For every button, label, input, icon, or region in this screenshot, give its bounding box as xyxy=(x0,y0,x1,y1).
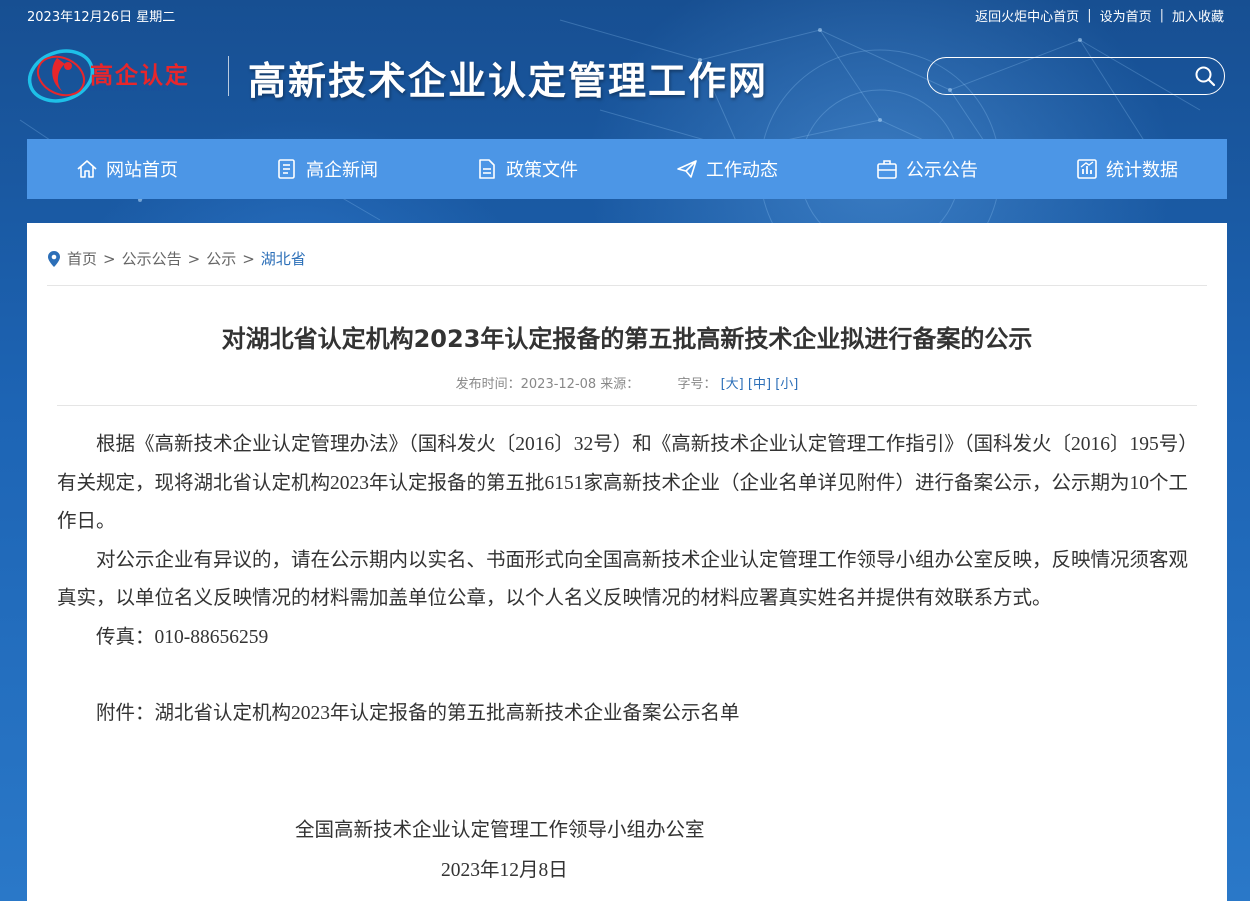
chart-icon xyxy=(1077,159,1097,179)
content-panel: 首页 > 公示公告 > 公示 > 湖北省 对湖北省认定机构2023年认定报备的第… xyxy=(27,223,1227,901)
fax-line: 传真：010-88656259 xyxy=(96,626,269,648)
link-separator: | xyxy=(1159,8,1164,23)
nav-item-statistics[interactable]: 统计数据 xyxy=(1027,139,1227,199)
nav-item-news[interactable]: 高企新闻 xyxy=(227,139,427,199)
breadcrumb-current[interactable]: 湖北省 xyxy=(261,248,306,269)
search-icon[interactable] xyxy=(1194,65,1216,87)
article-body: 根据《高新技术企业认定管理办法》（国科发火〔2016〕32号）和《高新技术企业认… xyxy=(57,426,1197,734)
search-box[interactable] xyxy=(927,57,1225,95)
location-pin-icon xyxy=(48,250,60,267)
breadcrumb-separator: > xyxy=(187,249,201,268)
top-bar: 2023年12月26日 星期二 返回火炬中心首页 | 设为首页 | 加入收藏 xyxy=(0,0,1250,30)
current-date: 2023年12月26日 星期二 xyxy=(27,10,176,25)
breadcrumb-separator: > xyxy=(242,249,255,268)
set-homepage-link[interactable]: 设为首页 xyxy=(1100,6,1152,25)
breadcrumb: 首页 > 公示公告 > 公示 > 湖北省 xyxy=(47,248,306,269)
site-title: 高新技术企业认定管理工作网 xyxy=(248,58,769,103)
font-size-controls: 字号： [大] [中] [小] xyxy=(677,377,798,392)
nav-item-label: 政策文件 xyxy=(506,160,578,181)
nav-item-label: 网站首页 xyxy=(106,160,178,181)
font-size-medium[interactable]: [中] xyxy=(748,377,771,392)
divider xyxy=(57,405,1197,406)
font-size-small[interactable]: [小] xyxy=(775,377,798,392)
publish-info: 发布时间：2023-12-08 来源： xyxy=(455,377,640,392)
nav-item-label: 公示公告 xyxy=(906,160,978,181)
breadcrumb-announcements[interactable]: 公示公告 xyxy=(122,248,182,269)
home-icon xyxy=(77,160,97,178)
signature-date: 2023年12月8日 xyxy=(441,860,568,881)
add-favorite-link[interactable]: 加入收藏 xyxy=(1172,6,1224,25)
search-input[interactable] xyxy=(942,65,1186,89)
document-icon xyxy=(479,159,495,179)
article-paragraph: 根据《高新技术企业认定管理办法》（国科发火〔2016〕32号）和《高新技术企业认… xyxy=(57,434,1189,532)
nav-item-label: 工作动态 xyxy=(706,160,778,181)
nav-item-work-news[interactable]: 工作动态 xyxy=(627,139,827,199)
breadcrumb-home[interactable]: 首页 xyxy=(67,248,97,269)
main-nav: 网站首页 高企新闻 政策文件 工作动态 公示公告 统计数据 xyxy=(27,139,1227,199)
top-links: 返回火炬中心首页 | 设为首页 | 加入收藏 xyxy=(975,6,1224,25)
link-separator: | xyxy=(1087,8,1092,23)
nav-item-policy[interactable]: 政策文件 xyxy=(427,139,627,199)
nav-item-label: 统计数据 xyxy=(1106,160,1178,181)
font-size-large[interactable]: [大] xyxy=(721,377,744,392)
breadcrumb-separator: > xyxy=(103,249,116,268)
paper-plane-icon xyxy=(677,160,697,178)
font-size-label: 字号： xyxy=(677,377,717,392)
article-title: 对湖北省认定机构2023年认定报备的第五批高新技术企业拟进行备案的公示 xyxy=(221,325,1033,353)
signature-org: 全国高新技术企业认定管理工作领导小组办公室 xyxy=(295,820,705,841)
return-torch-center-link[interactable]: 返回火炬中心首页 xyxy=(975,6,1079,25)
article-paragraph: 对公示企业有异议的，请在公示期内以实名、书面形式向全国高新技术企业认定管理工作领… xyxy=(57,549,1189,610)
nav-item-announcements[interactable]: 公示公告 xyxy=(827,139,1027,199)
attachment-line: 附件：湖北省认定机构2023年认定报备的第五批高新技术企业备案公示名单 xyxy=(96,703,740,724)
divider xyxy=(47,285,1207,286)
logo-subtitle: INNOVATION COMPANY xyxy=(90,85,178,93)
article-meta: 发布时间：2023-12-08 来源： 字号： [大] [中] [小] xyxy=(27,373,1227,392)
logo-divider xyxy=(228,56,229,96)
announcement-icon xyxy=(877,160,897,179)
news-icon xyxy=(278,159,295,179)
nav-item-home[interactable]: 网站首页 xyxy=(27,139,227,199)
breadcrumb-publicity[interactable]: 公示 xyxy=(206,248,236,269)
nav-item-label: 高企新闻 xyxy=(306,160,378,181)
